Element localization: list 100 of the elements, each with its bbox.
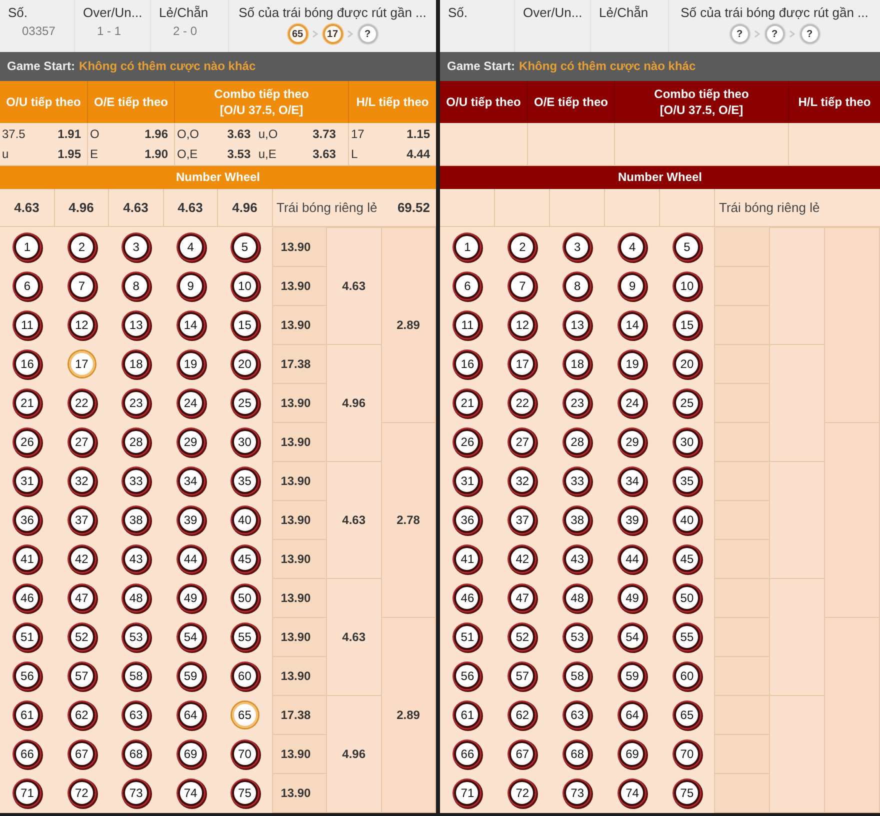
number-ball[interactable]: 65 <box>232 702 258 728</box>
number-ball[interactable]: 31 <box>14 468 40 494</box>
number-ball[interactable]: 56 <box>454 662 480 689</box>
row-odds[interactable]: 17.38 <box>272 695 327 734</box>
number-ball[interactable]: 7 <box>68 272 95 299</box>
number-ball[interactable]: 9 <box>619 272 646 299</box>
number-ball[interactable]: 35 <box>232 468 258 494</box>
number-ball[interactable]: 47 <box>509 584 536 611</box>
group-odds[interactable]: 4.63 <box>326 461 382 578</box>
number-ball[interactable]: 8 <box>564 272 590 299</box>
number-ball[interactable]: 67 <box>68 740 95 767</box>
number-ball[interactable]: 30 <box>674 428 700 455</box>
number-ball[interactable]: 61 <box>14 702 40 728</box>
number-ball[interactable]: 18 <box>123 350 150 377</box>
number-ball[interactable]: 29 <box>619 428 646 455</box>
number-ball[interactable]: 22 <box>68 390 95 416</box>
number-ball[interactable]: 5 <box>674 234 700 260</box>
number-ball[interactable]: 71 <box>454 780 480 806</box>
number-ball[interactable]: 38 <box>123 506 150 533</box>
number-ball[interactable]: 59 <box>619 662 646 689</box>
number-ball[interactable]: 73 <box>123 780 150 806</box>
number-ball[interactable]: 57 <box>68 662 95 689</box>
number-ball[interactable]: 66 <box>14 740 40 767</box>
number-ball[interactable]: 57 <box>509 662 536 689</box>
number-ball[interactable]: 55 <box>674 624 700 650</box>
number-ball[interactable]: 5 <box>232 234 258 260</box>
number-ball[interactable]: 62 <box>509 702 536 728</box>
row-odds[interactable]: 13.90 <box>272 461 327 500</box>
number-ball[interactable]: 6 <box>454 272 480 299</box>
wheel-odds[interactable]: 4.96 <box>68 200 94 216</box>
number-ball[interactable]: 48 <box>123 584 150 611</box>
number-ball[interactable]: 6 <box>14 272 40 299</box>
odds-value[interactable]: 3.63 <box>206 126 257 141</box>
number-ball[interactable]: 28 <box>123 428 150 455</box>
number-ball[interactable]: 53 <box>564 624 590 650</box>
number-ball[interactable]: 20 <box>232 350 258 377</box>
number-ball[interactable]: 75 <box>232 780 258 806</box>
number-ball[interactable]: 15 <box>232 312 258 338</box>
single-ball-odds[interactable]: 69.52 <box>397 200 430 216</box>
odds-value[interactable]: 1.91 <box>58 126 81 141</box>
number-ball[interactable]: 35 <box>674 468 700 494</box>
number-ball[interactable]: 18 <box>564 350 590 377</box>
number-ball[interactable]: 44 <box>619 546 646 572</box>
number-ball[interactable]: 36 <box>454 506 480 533</box>
number-ball[interactable]: 44 <box>178 546 204 572</box>
number-ball[interactable]: 48 <box>564 584 590 611</box>
number-ball[interactable]: 13 <box>564 312 590 338</box>
number-ball[interactable]: 38 <box>564 506 590 533</box>
number-ball[interactable]: 14 <box>178 312 204 338</box>
number-ball[interactable]: 17 <box>509 350 536 377</box>
odds-value[interactable]: 3.73 <box>292 126 342 141</box>
number-ball[interactable]: 3 <box>564 234 590 260</box>
number-ball[interactable]: 12 <box>68 312 95 338</box>
row-odds[interactable]: 13.90 <box>272 578 327 618</box>
number-ball[interactable]: 2 <box>509 234 536 260</box>
number-ball[interactable]: 49 <box>619 584 646 611</box>
number-ball[interactable]: 25 <box>674 390 700 416</box>
number-ball[interactable]: 64 <box>178 702 204 728</box>
number-ball[interactable]: 25 <box>232 390 258 416</box>
odds-value[interactable]: 3.63 <box>292 146 342 161</box>
number-ball[interactable]: 73 <box>564 780 590 806</box>
row-odds[interactable]: 13.90 <box>272 656 327 696</box>
group-odds[interactable]: 4.96 <box>326 344 382 462</box>
number-ball[interactable]: 37 <box>68 506 95 533</box>
number-ball[interactable]: 22 <box>509 390 536 416</box>
number-ball[interactable]: 33 <box>123 468 150 494</box>
number-ball[interactable]: 40 <box>674 506 700 533</box>
number-ball[interactable]: 43 <box>123 546 150 572</box>
number-ball[interactable]: 58 <box>123 662 150 689</box>
number-ball[interactable]: 50 <box>232 584 258 611</box>
number-ball[interactable]: 54 <box>178 624 204 650</box>
number-ball[interactable]: 66 <box>454 740 480 767</box>
number-ball[interactable]: 64 <box>619 702 646 728</box>
number-ball[interactable]: 47 <box>68 584 95 611</box>
number-ball[interactable]: 42 <box>68 546 95 572</box>
odds-value[interactable]: 1.15 <box>406 126 430 141</box>
number-ball[interactable]: 45 <box>232 546 258 572</box>
number-ball[interactable]: 40 <box>232 506 258 533</box>
number-ball[interactable]: 68 <box>123 740 150 767</box>
number-ball[interactable]: 41 <box>14 546 40 572</box>
wheel-odds[interactable]: 4.63 <box>178 200 203 216</box>
number-ball[interactable]: 32 <box>509 468 536 494</box>
row-odds[interactable]: 13.90 <box>272 383 327 422</box>
number-ball[interactable]: 14 <box>619 312 646 338</box>
number-ball[interactable]: 60 <box>674 662 700 689</box>
number-ball[interactable]: 43 <box>564 546 590 572</box>
number-ball[interactable]: 21 <box>14 390 40 416</box>
band-odds[interactable]: 2.89 <box>381 227 436 422</box>
number-ball[interactable]: 24 <box>178 390 204 416</box>
number-ball[interactable]: 24 <box>619 390 646 416</box>
number-ball[interactable]: 53 <box>123 624 150 650</box>
number-ball[interactable]: 75 <box>674 780 700 806</box>
number-ball[interactable]: 15 <box>674 312 700 338</box>
number-ball[interactable]: 59 <box>178 662 204 689</box>
number-ball[interactable]: 26 <box>454 428 480 455</box>
number-ball[interactable]: 39 <box>178 506 204 533</box>
number-ball[interactable]: 68 <box>564 740 590 767</box>
number-ball[interactable]: 50 <box>674 584 700 611</box>
number-ball[interactable]: 27 <box>68 428 95 455</box>
number-ball[interactable]: 31 <box>454 468 480 494</box>
